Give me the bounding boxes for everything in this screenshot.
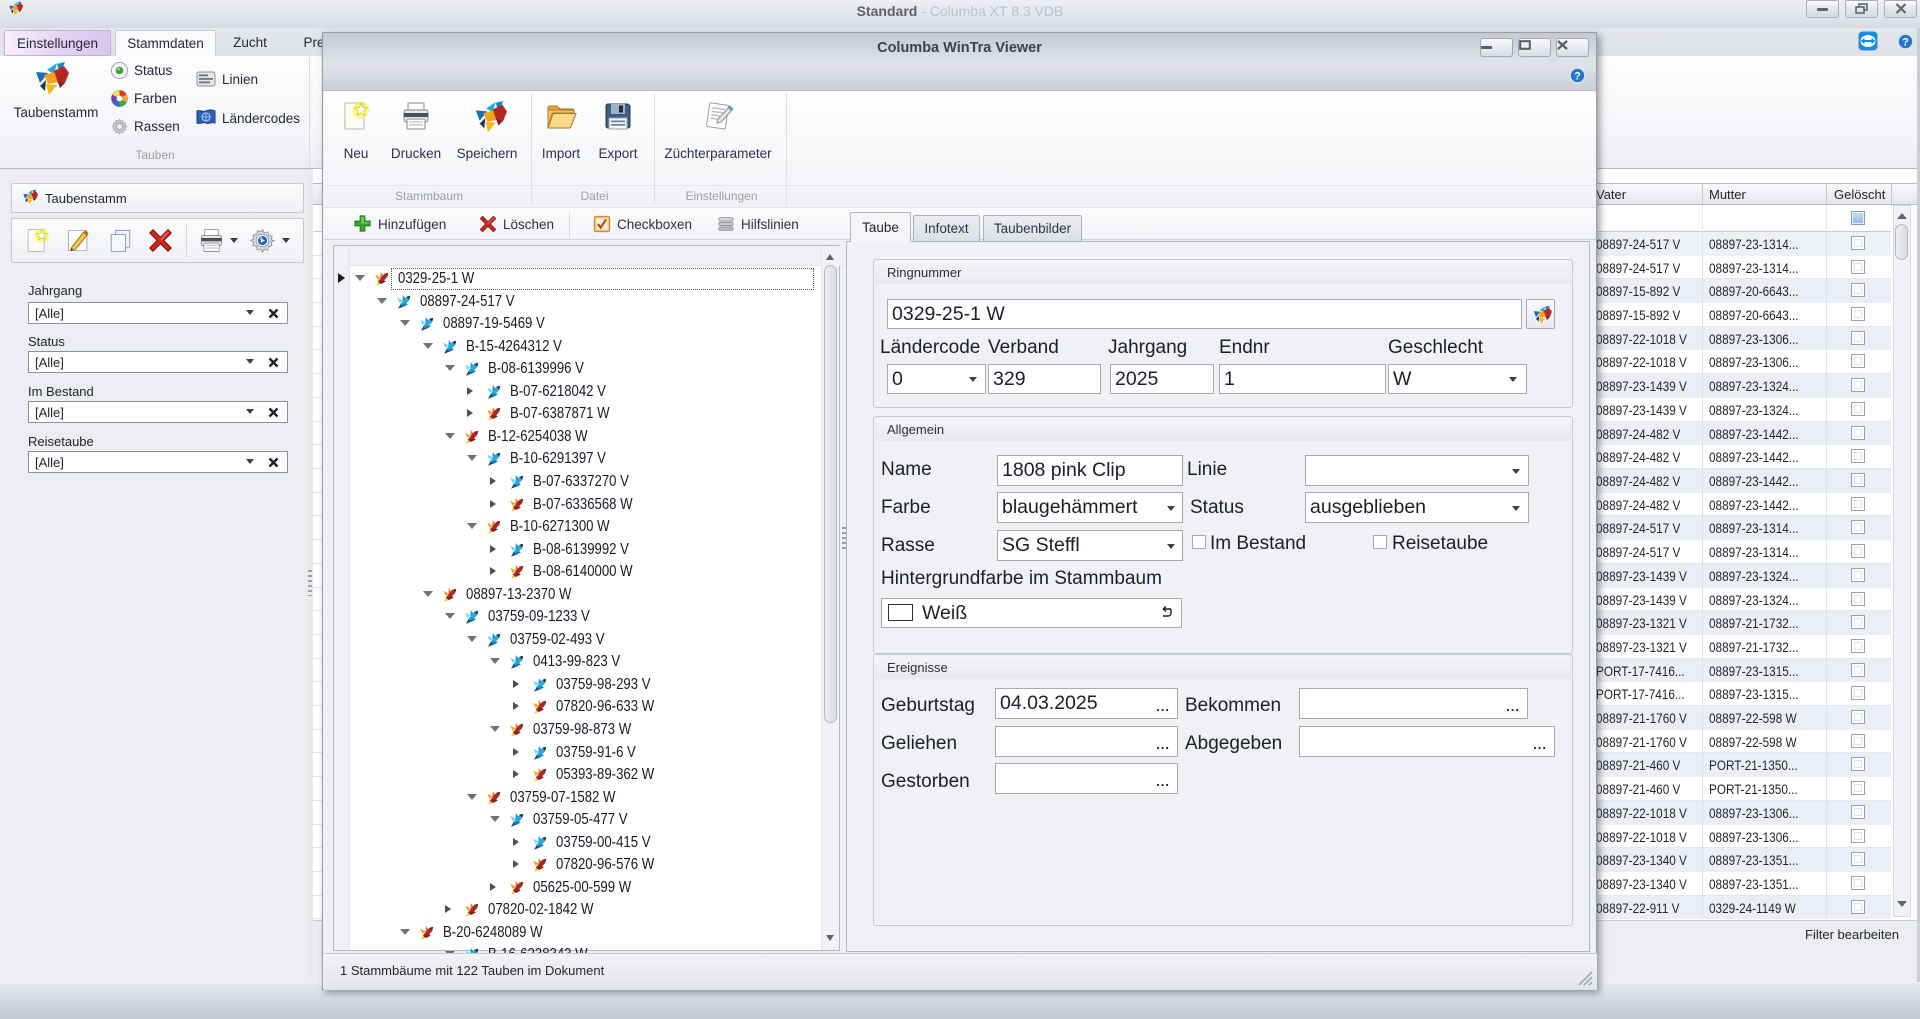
svg-text:?: ?	[1574, 70, 1580, 82]
svg-text:?: ?	[1902, 36, 1908, 48]
